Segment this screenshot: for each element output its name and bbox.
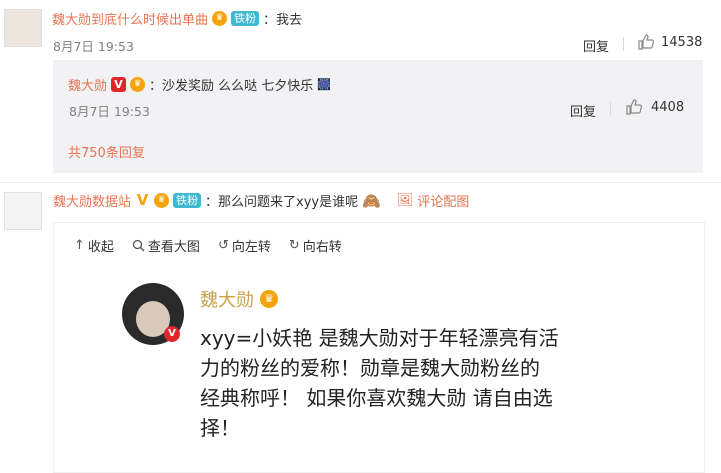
comment-text: ：我去 [263,13,303,28]
like-count: 4408 [651,99,685,115]
fan-badge: 铁粉 [231,11,260,26]
verified-v-icon: V [136,191,149,209]
more-replies-link[interactable]: 共750条回复 [68,142,145,161]
crown-icon: ♛ [154,193,170,208]
search-icon [132,239,145,252]
embedded-name: 魏大勋 [200,290,254,311]
divider [610,102,611,116]
like-button[interactable]: 14538 [637,33,702,51]
reply-reply-button[interactable]: 回复 [570,101,596,120]
verified-v-icon: V [164,326,180,342]
reply-button[interactable]: 回复 [583,36,609,55]
reply-date: 8月7日 19:53 [69,104,150,119]
comment-text: ：那么问题来了xyy是谁呢 [205,195,359,210]
rotate-right-button[interactable]: ↻ 向右转 [289,236,342,255]
verified-v-icon: V [111,77,127,92]
reply-text: ：沙发奖励 么么哒 七夕快乐 [149,79,314,94]
embedded-text: xyy=小妖艳 是魏大勋对于年轻漂亮有活 力的粉丝的爱称！勋章是魏大勋粉丝的 经… [200,326,559,440]
like-count: 14538 [661,34,703,50]
reply-username[interactable]: 魏大勋 [68,75,107,94]
view-large-button[interactable]: 查看大图 [132,236,200,255]
comment-username[interactable]: 魏大勋数据站 [53,191,131,210]
avatar[interactable] [4,192,42,230]
avatar[interactable] [4,9,42,47]
picture-icon: 🖼 [396,193,414,208]
thumbs-up-icon [638,34,655,50]
emoji-icon: 🎆 [317,78,331,91]
crown-icon: ♛ [130,77,146,92]
divider [623,37,624,51]
thumbs-up-icon [626,99,643,115]
crown-icon: ♛ [212,11,228,26]
rotate-right-icon: ↻ [288,238,300,253]
comment-separator [0,182,721,183]
rotate-left-button[interactable]: ↺ 向左转 [218,236,271,255]
fan-badge: 铁粉 [173,193,202,208]
crown-icon: ♛ [260,290,278,308]
rotate-left-icon: ↺ [217,238,229,253]
comment-image-link[interactable]: 评论配图 [417,191,469,210]
emoji-icon: 🙈 [362,191,381,210]
collapse-button[interactable]: ↑ 收起 [74,236,114,255]
arrow-up-icon: ↑ [74,238,85,253]
comment-date: 8月7日 19:53 [53,39,134,54]
reply-like-button[interactable]: 4408 [625,98,684,116]
comment-username[interactable]: 魏大勋到底什么时候出单曲 [52,9,208,28]
